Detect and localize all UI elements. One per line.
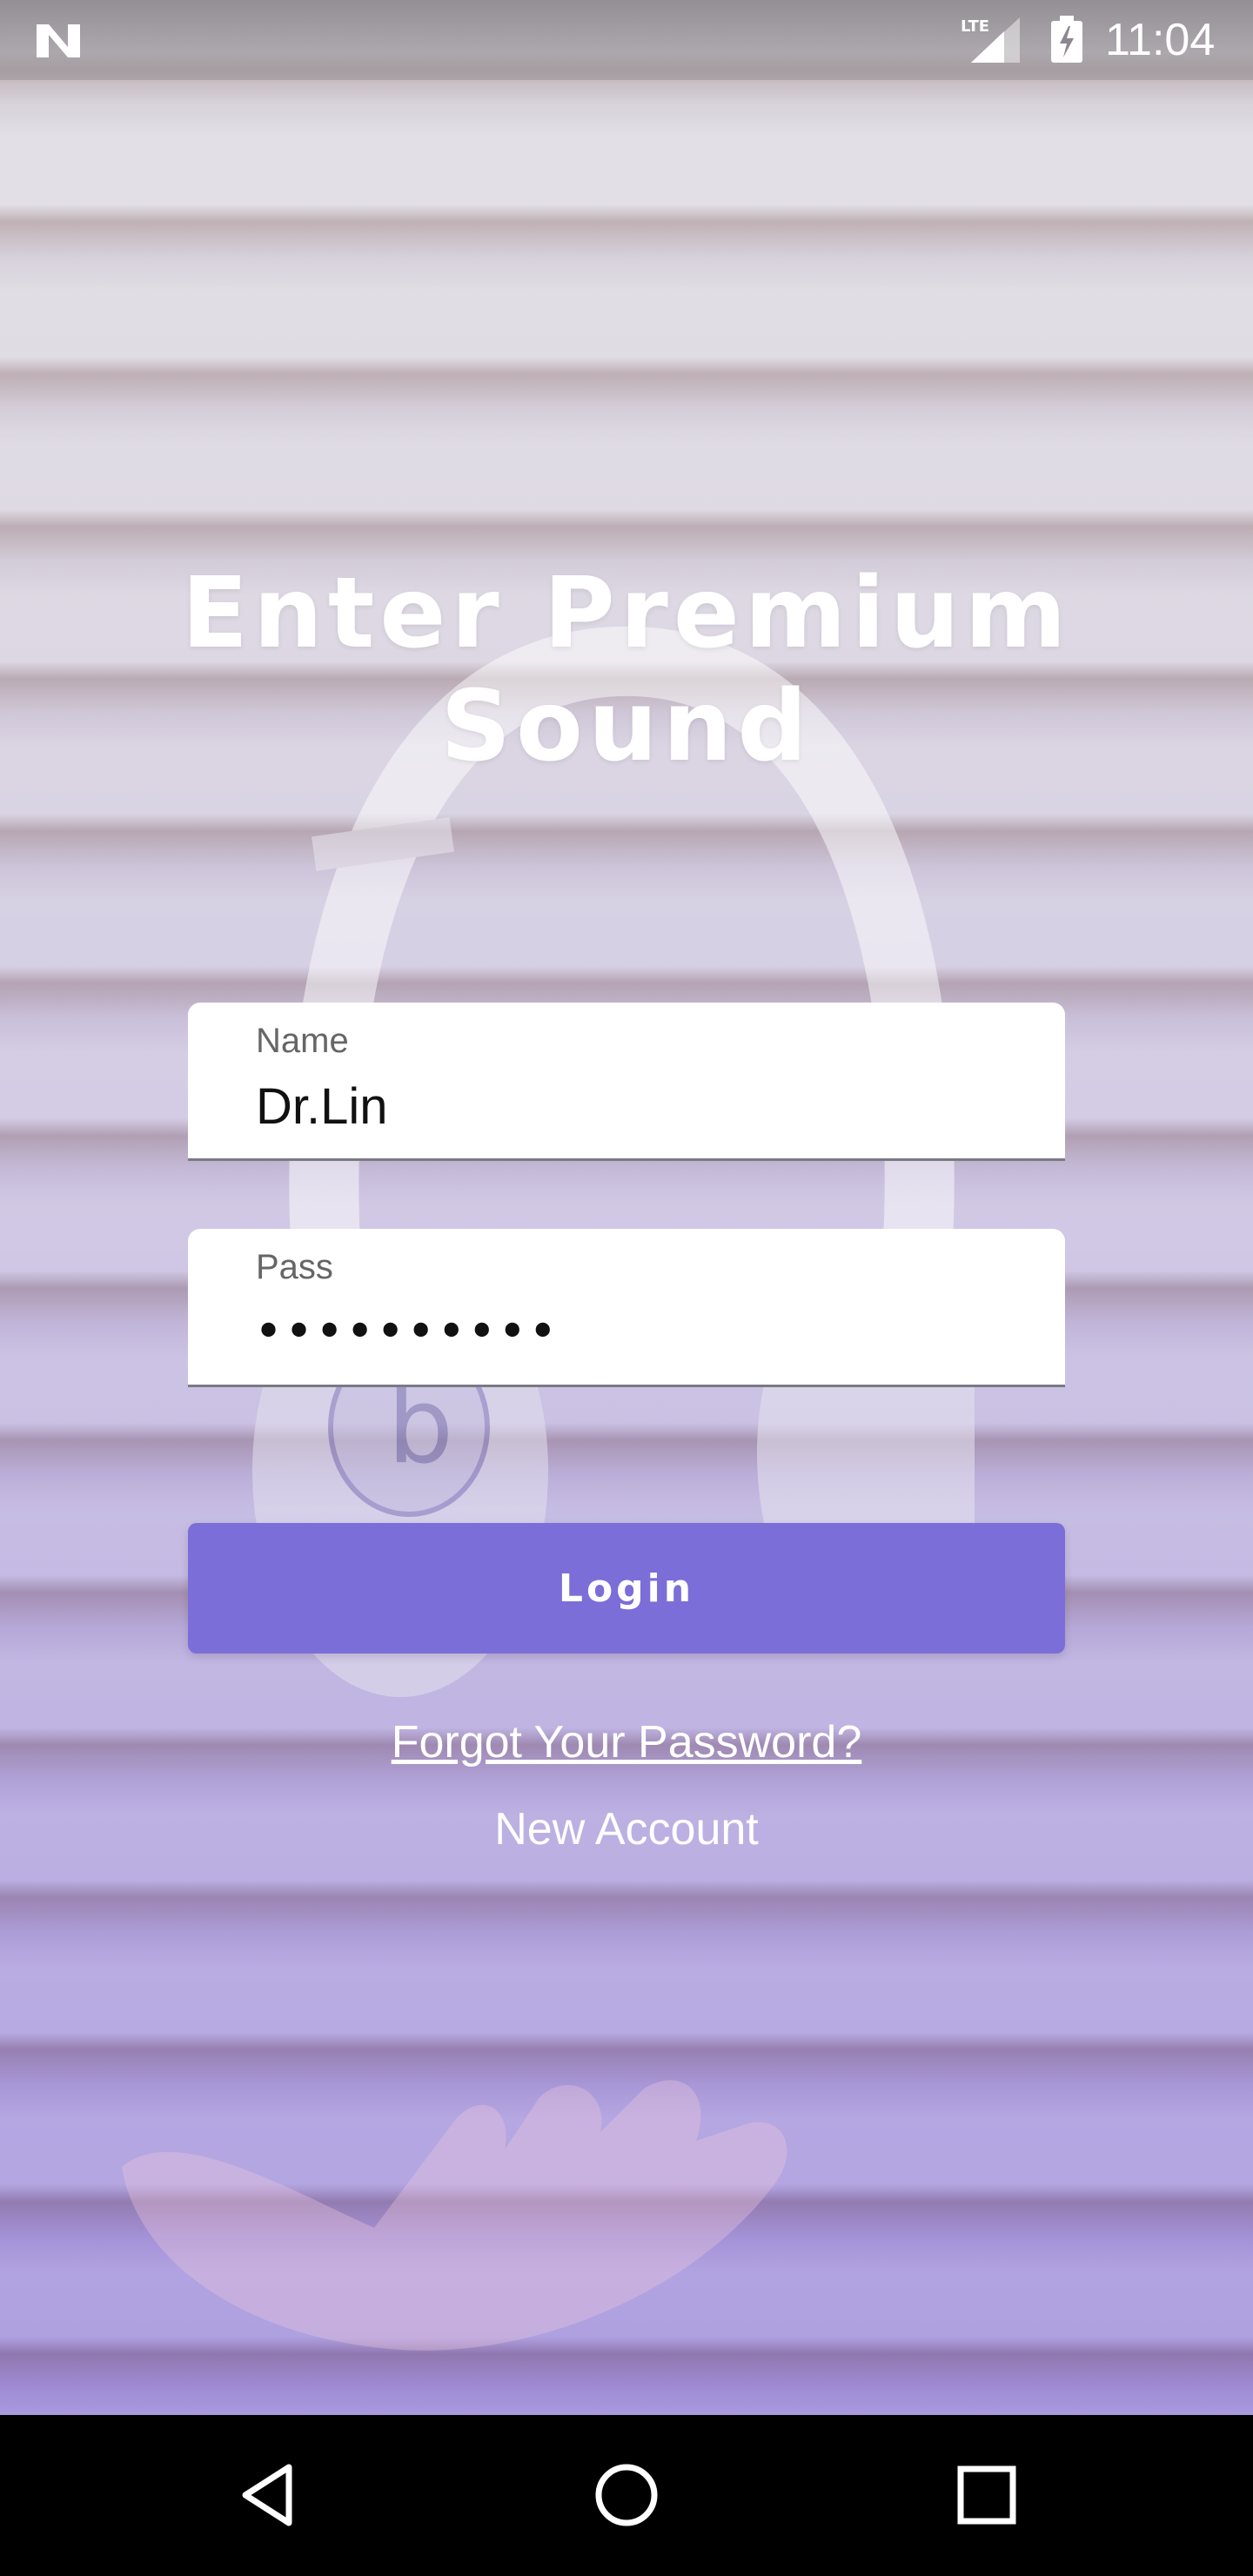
page-title: Enter Premium Sound bbox=[181, 557, 1072, 783]
new-account-link[interactable]: New Account bbox=[0, 1803, 1253, 1855]
login-screen: b LTE 11:04 Enter Premium Sound Name Dr.… bbox=[0, 0, 1253, 2576]
name-field[interactable]: Name Dr.Lin bbox=[188, 1003, 1065, 1161]
password-field[interactable]: Pass •••••••••• bbox=[188, 1229, 1065, 1387]
login-button[interactable]: Login bbox=[188, 1523, 1065, 1654]
battery-charging-icon bbox=[1051, 16, 1082, 63]
status-time: 11:04 bbox=[1105, 15, 1216, 65]
lte-signal-icon: LTE bbox=[961, 17, 1020, 63]
name-field-label: Name bbox=[256, 1022, 349, 1060]
network-label: LTE bbox=[961, 17, 989, 36]
navigation-bar bbox=[0, 2415, 1253, 2576]
password-input[interactable]: •••••••••• bbox=[254, 1304, 559, 1360]
status-bar: LTE 11:04 bbox=[0, 0, 1253, 80]
hand-image bbox=[122, 2080, 787, 2351]
name-input[interactable]: Dr.Lin bbox=[256, 1077, 388, 1136]
back-icon[interactable] bbox=[235, 2460, 305, 2530]
n-logo-icon bbox=[37, 24, 80, 57]
recents-icon[interactable] bbox=[952, 2460, 1022, 2530]
forgot-password-link[interactable]: Forgot Your Password? bbox=[0, 1716, 1253, 1768]
password-field-label: Pass bbox=[256, 1248, 333, 1286]
home-icon[interactable] bbox=[592, 2460, 661, 2530]
